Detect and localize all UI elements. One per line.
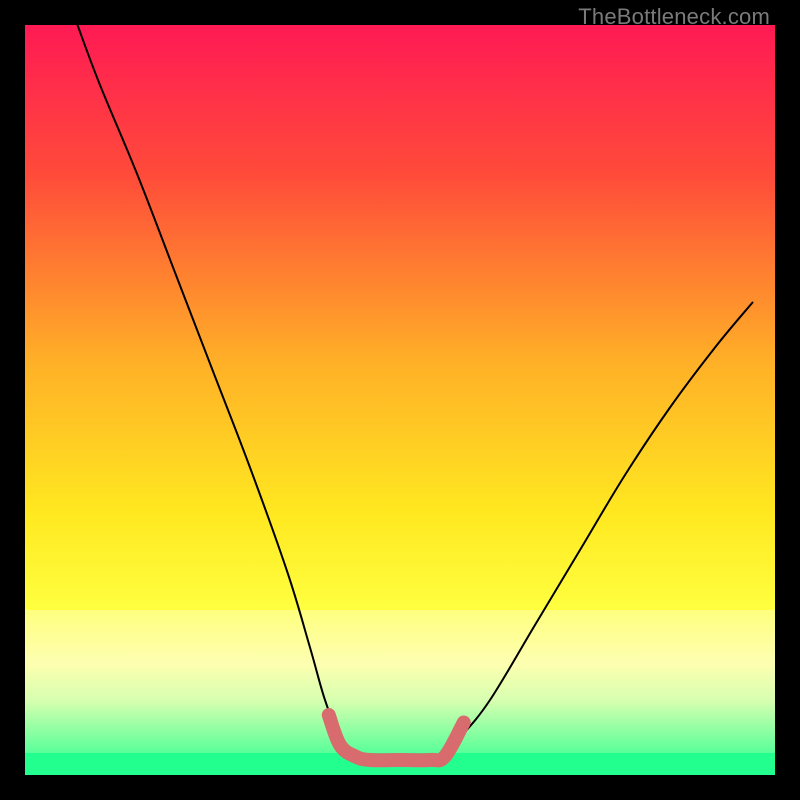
- bottleneck-curve: [78, 25, 753, 761]
- highlight-bottom: [329, 715, 464, 760]
- plot-area: [25, 25, 775, 775]
- chart-frame: TheBottleneck.com: [0, 0, 800, 800]
- watermark-label: TheBottleneck.com: [578, 4, 770, 30]
- curve-layer: [25, 25, 775, 775]
